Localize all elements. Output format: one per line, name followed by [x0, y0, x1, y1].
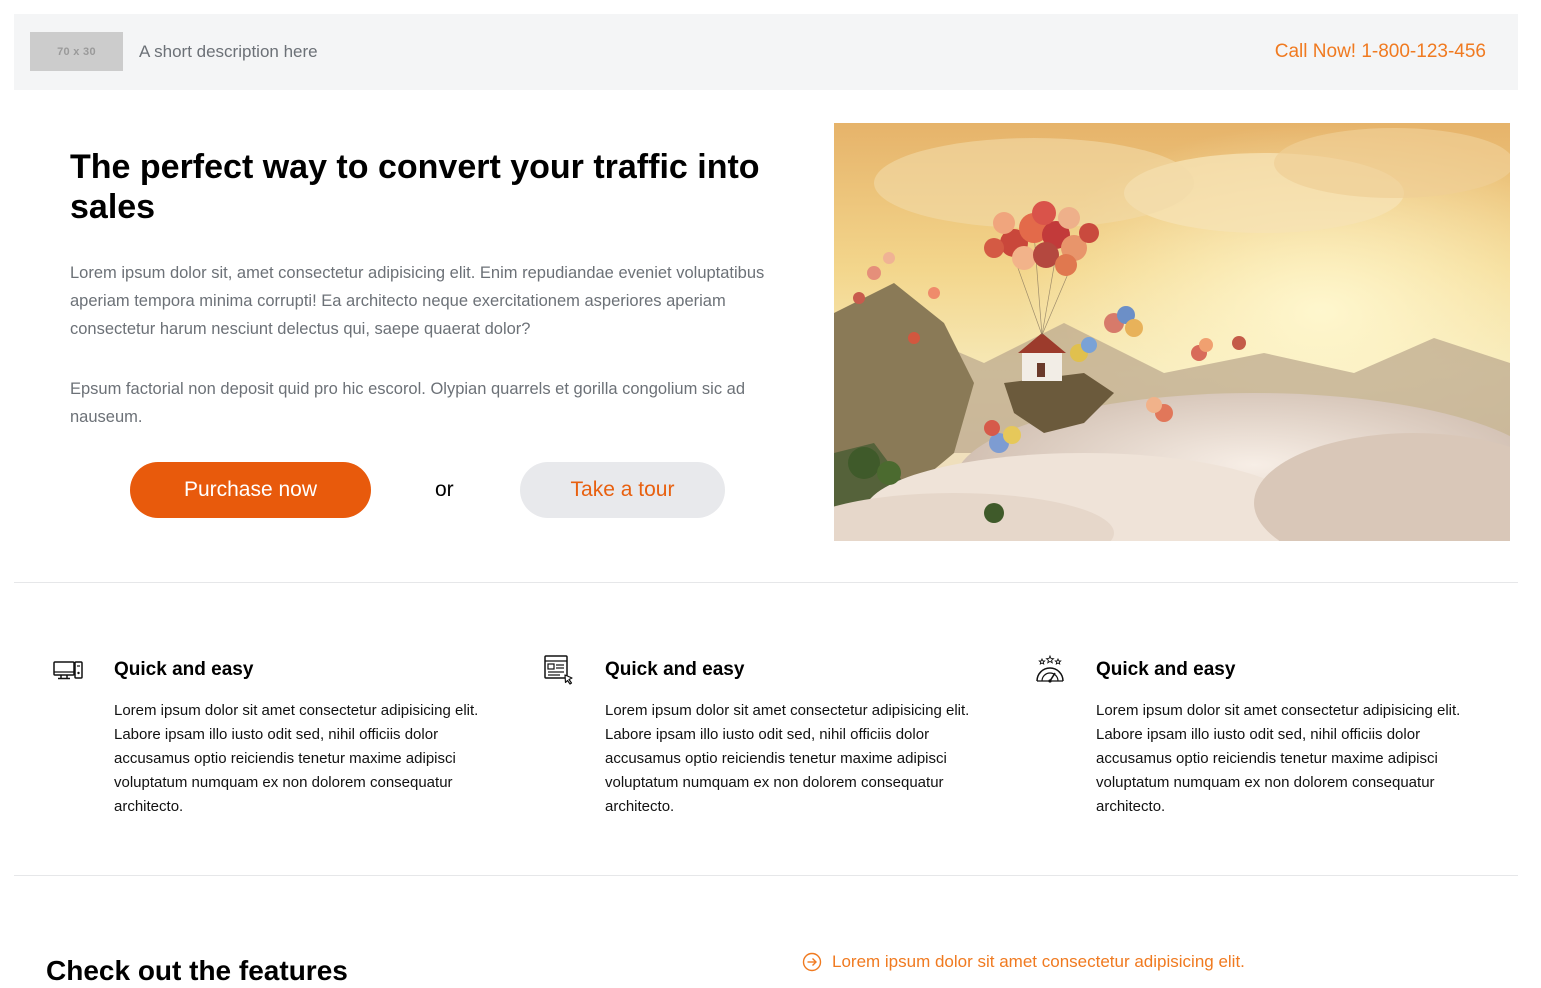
top-bar: 70 x 30 A short description here Call No…: [14, 14, 1518, 90]
web-page-cursor-icon: [544, 655, 573, 685]
feature-description: Lorem ipsum dolor sit amet consectetur a…: [114, 702, 479, 815]
take-a-tour-button[interactable]: Take a tour: [520, 462, 725, 518]
hero-paragraph-1: Lorem ipsum dolor sit, amet consectetur …: [70, 264, 765, 338]
feature-title: Quick and easy: [114, 659, 254, 680]
logo-placeholder[interactable]: 70 x 30: [30, 32, 123, 71]
or-separator: or: [435, 478, 454, 501]
purchase-now-button[interactable]: Purchase now: [130, 462, 371, 518]
feature-title: Quick and easy: [1096, 659, 1236, 680]
section-divider: [14, 582, 1518, 583]
feature-description: Lorem ipsum dolor sit amet consectetur a…: [605, 702, 970, 815]
site-tagline: A short description here: [139, 42, 318, 61]
section-divider: [14, 875, 1518, 876]
hero-paragraph-2: Epsum factorial non deposit quid pro hic…: [70, 380, 746, 426]
call-now-link[interactable]: Call Now! 1-800-123-456: [1275, 41, 1486, 63]
feature-list-link[interactable]: Lorem ipsum dolor sit amet consectetur a…: [802, 952, 1245, 972]
features-section-heading: Check out the features: [46, 955, 348, 986]
speedometer-stars-icon: [1036, 654, 1064, 683]
hero-image: [834, 123, 1510, 541]
feature-title: Quick and easy: [605, 659, 745, 680]
floating-balloon-house-image: [834, 123, 1510, 541]
circle-arrow-right-icon: [802, 952, 822, 972]
hero-title: The perfect way to convert your traffic …: [70, 148, 760, 226]
feature-card-3: Quick and easy Lorem ipsum dolor sit ame…: [1034, 652, 1474, 832]
feature-card-1: Quick and easy Lorem ipsum dolor sit ame…: [52, 652, 492, 832]
feature-card-2: Quick and easy Lorem ipsum dolor sit ame…: [543, 652, 983, 832]
feature-link-text: Lorem ipsum dolor sit amet consectetur a…: [832, 952, 1245, 971]
computer-icon: [53, 661, 83, 680]
feature-description: Lorem ipsum dolor sit amet consectetur a…: [1096, 702, 1461, 815]
